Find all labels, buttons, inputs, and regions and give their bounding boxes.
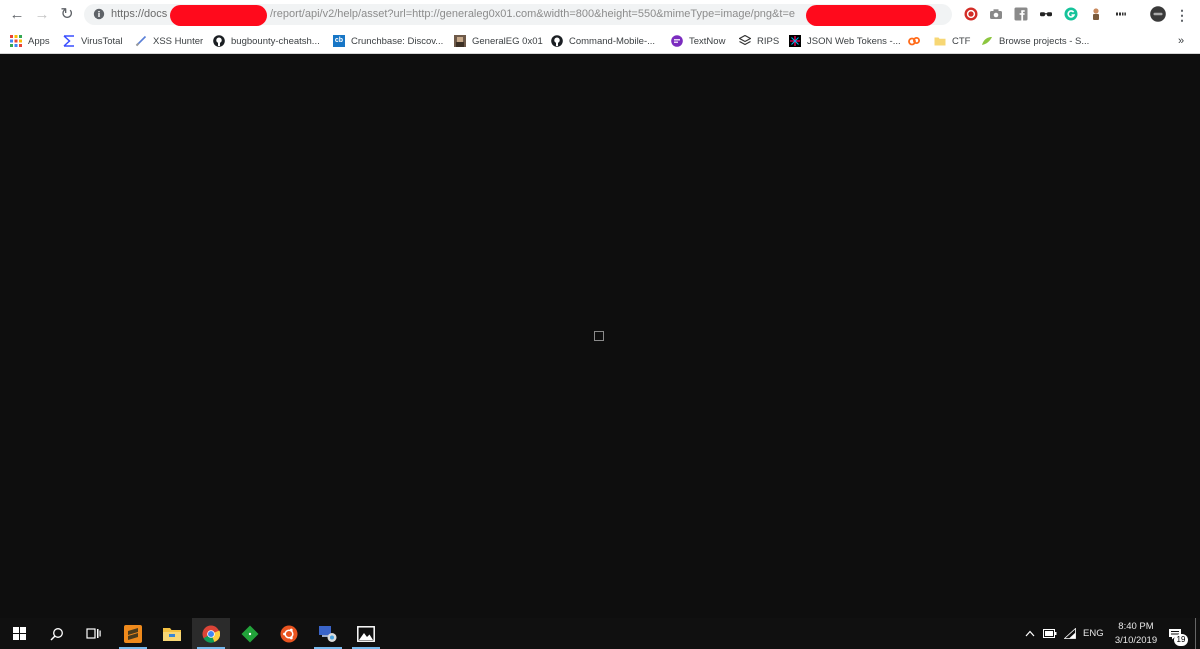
taskbar-app-ubuntu[interactable] <box>270 618 308 649</box>
wappalyzer-icon[interactable] <box>1114 7 1128 21</box>
bookmark-label: XSS Hunter <box>153 35 204 47</box>
ubuntu-icon <box>280 625 298 642</box>
bookmark-generaleg[interactable]: GeneralEG 0x01 <box>454 33 543 49</box>
jwt-icon <box>789 35 801 47</box>
bookmark-label: bugbounty-cheatsh... <box>231 35 320 47</box>
sublime-text-icon <box>124 624 142 643</box>
cp-icon <box>908 37 920 46</box>
network-monitor-icon <box>319 625 337 642</box>
bookmark-textnow[interactable]: TextNow <box>671 33 725 49</box>
bookmark-xss-hunter[interactable]: XSS Hunter <box>135 33 203 49</box>
taskbar-app-network-monitor[interactable] <box>309 618 347 649</box>
taskbar-app-chrome[interactable] <box>192 618 230 649</box>
incognito-glasses-icon[interactable] <box>1039 7 1053 21</box>
rips-icon <box>739 35 751 46</box>
site-info-icon[interactable] <box>93 8 105 20</box>
show-desktop-button[interactable] <box>1195 618 1196 649</box>
textnow-icon <box>671 35 683 47</box>
chevron-double-right-icon: » <box>1178 35 1185 47</box>
taskbar-app-sublime[interactable] <box>114 618 152 649</box>
bookmark-rips[interactable]: RIPS <box>739 33 779 49</box>
browser-menu-button[interactable]: ⋮ <box>1173 6 1191 24</box>
character-extension-icon[interactable] <box>1089 7 1103 21</box>
clock[interactable]: 8:40 PM 3/10/2019 <box>1107 621 1165 646</box>
generaleg-icon <box>454 35 466 47</box>
search-button[interactable] <box>38 618 76 649</box>
redaction-mark <box>170 5 267 26</box>
xss-hunter-icon <box>135 35 147 47</box>
bookmark-folder-ctf[interactable]: CTF <box>934 33 970 49</box>
reload-button[interactable]: ↻ <box>58 6 76 24</box>
bookmark-browse-projects[interactable]: Browse projects - S... <box>981 33 1089 49</box>
broken-image-placeholder <box>594 331 604 341</box>
page-viewport <box>0 54 1200 618</box>
action-center-button[interactable]: 19 <box>1166 625 1188 646</box>
bookmark-label: VirusTotal <box>81 35 123 47</box>
browser-toolbar: ← → ↻ https://docs /report/api/v2/help/a… <box>0 0 1200 29</box>
battery-icon[interactable] <box>1043 628 1057 639</box>
bookmark-label: Apps <box>28 35 50 47</box>
bookmark-crunchbase[interactable]: cb Crunchbase: Discov... <box>333 33 443 49</box>
task-view-button[interactable] <box>74 618 112 649</box>
taskbar-app-file-explorer[interactable] <box>153 618 191 649</box>
browse-projects-icon <box>982 37 992 45</box>
url-host: https://docs <box>111 8 168 20</box>
virustotal-icon <box>63 35 74 47</box>
language-indicator[interactable]: ENG <box>1083 628 1104 639</box>
bookmarks-overflow-button[interactable]: » <box>1178 33 1184 49</box>
kebab-menu-icon: ⋮ <box>1175 7 1189 23</box>
taskbar-app-green-diamond[interactable] <box>231 618 269 649</box>
search-icon <box>50 627 63 641</box>
address-bar[interactable]: https://docs /report/api/v2/help/asset?u… <box>84 4 952 26</box>
bookmark-bugbounty-cheatsheet[interactable]: bugbounty-cheatsh... <box>213 33 320 49</box>
bookmark-label: RIPS <box>757 35 780 47</box>
bookmark-command-mobile[interactable]: Command-Mobile-... <box>551 33 655 49</box>
start-button[interactable] <box>0 618 38 649</box>
camera-icon[interactable] <box>989 7 1003 21</box>
reload-icon: ↻ <box>60 6 74 23</box>
bookmark-json-web-tokens[interactable]: JSON Web Tokens -... <box>789 33 901 49</box>
task-view-icon <box>85 628 101 639</box>
profile-avatar[interactable] <box>1150 6 1166 22</box>
url-text[interactable]: https://docs /report/api/v2/help/asset?u… <box>111 7 795 22</box>
notification-count-badge: 19 <box>1174 634 1188 646</box>
forward-button[interactable]: → <box>33 6 51 24</box>
back-arrow-icon: ← <box>9 6 25 23</box>
forward-arrow-icon: → <box>34 6 50 23</box>
github-icon <box>213 35 225 47</box>
bookmark-apps[interactable]: Apps <box>10 33 50 49</box>
bookmarks-bar: Apps VirusTotal XSS Hunter bugbounty-che… <box>0 29 1200 54</box>
bookmark-label: GeneralEG 0x01 <box>472 35 543 47</box>
green-diamond-app-icon <box>241 625 259 642</box>
clock-date: 3/10/2019 <box>1114 635 1158 646</box>
bookmark-label: CTF <box>952 35 971 47</box>
bookmark-label: TextNow <box>689 35 726 47</box>
lastpass-icon[interactable] <box>964 7 978 21</box>
facebook-icon[interactable] <box>1014 7 1028 21</box>
bookmark-label: Browse projects - S... <box>999 35 1090 47</box>
bookmark-label: Command-Mobile-... <box>569 35 656 47</box>
apps-grid-icon <box>10 35 22 47</box>
windows-taskbar: ENG 8:40 PM 3/10/2019 19 <box>0 618 1200 649</box>
bookmark-label: JSON Web Tokens -... <box>807 35 901 47</box>
bookmark-virustotal[interactable]: VirusTotal <box>63 33 123 49</box>
folder-icon <box>934 37 946 46</box>
back-button[interactable]: ← <box>8 6 26 24</box>
taskbar-app-photos[interactable] <box>347 618 385 649</box>
windows-logo-icon <box>12 627 26 640</box>
wifi-signal-icon[interactable] <box>1064 628 1076 639</box>
chevron-up-icon[interactable] <box>1025 630 1035 637</box>
url-path: /report/api/v2/help/asset?url=http://gen… <box>270 8 795 20</box>
chrome-icon <box>202 625 220 643</box>
bookmark-label: Crunchbase: Discov... <box>351 35 444 47</box>
photos-icon <box>357 625 375 642</box>
file-explorer-icon <box>163 627 181 641</box>
redaction-mark <box>806 5 936 26</box>
crunchbase-icon: cb <box>333 35 345 47</box>
bookmark-cp[interactable] <box>908 33 926 49</box>
clock-time: 8:40 PM <box>1118 621 1154 632</box>
grammarly-icon[interactable] <box>1064 7 1078 21</box>
github-icon <box>551 35 563 47</box>
